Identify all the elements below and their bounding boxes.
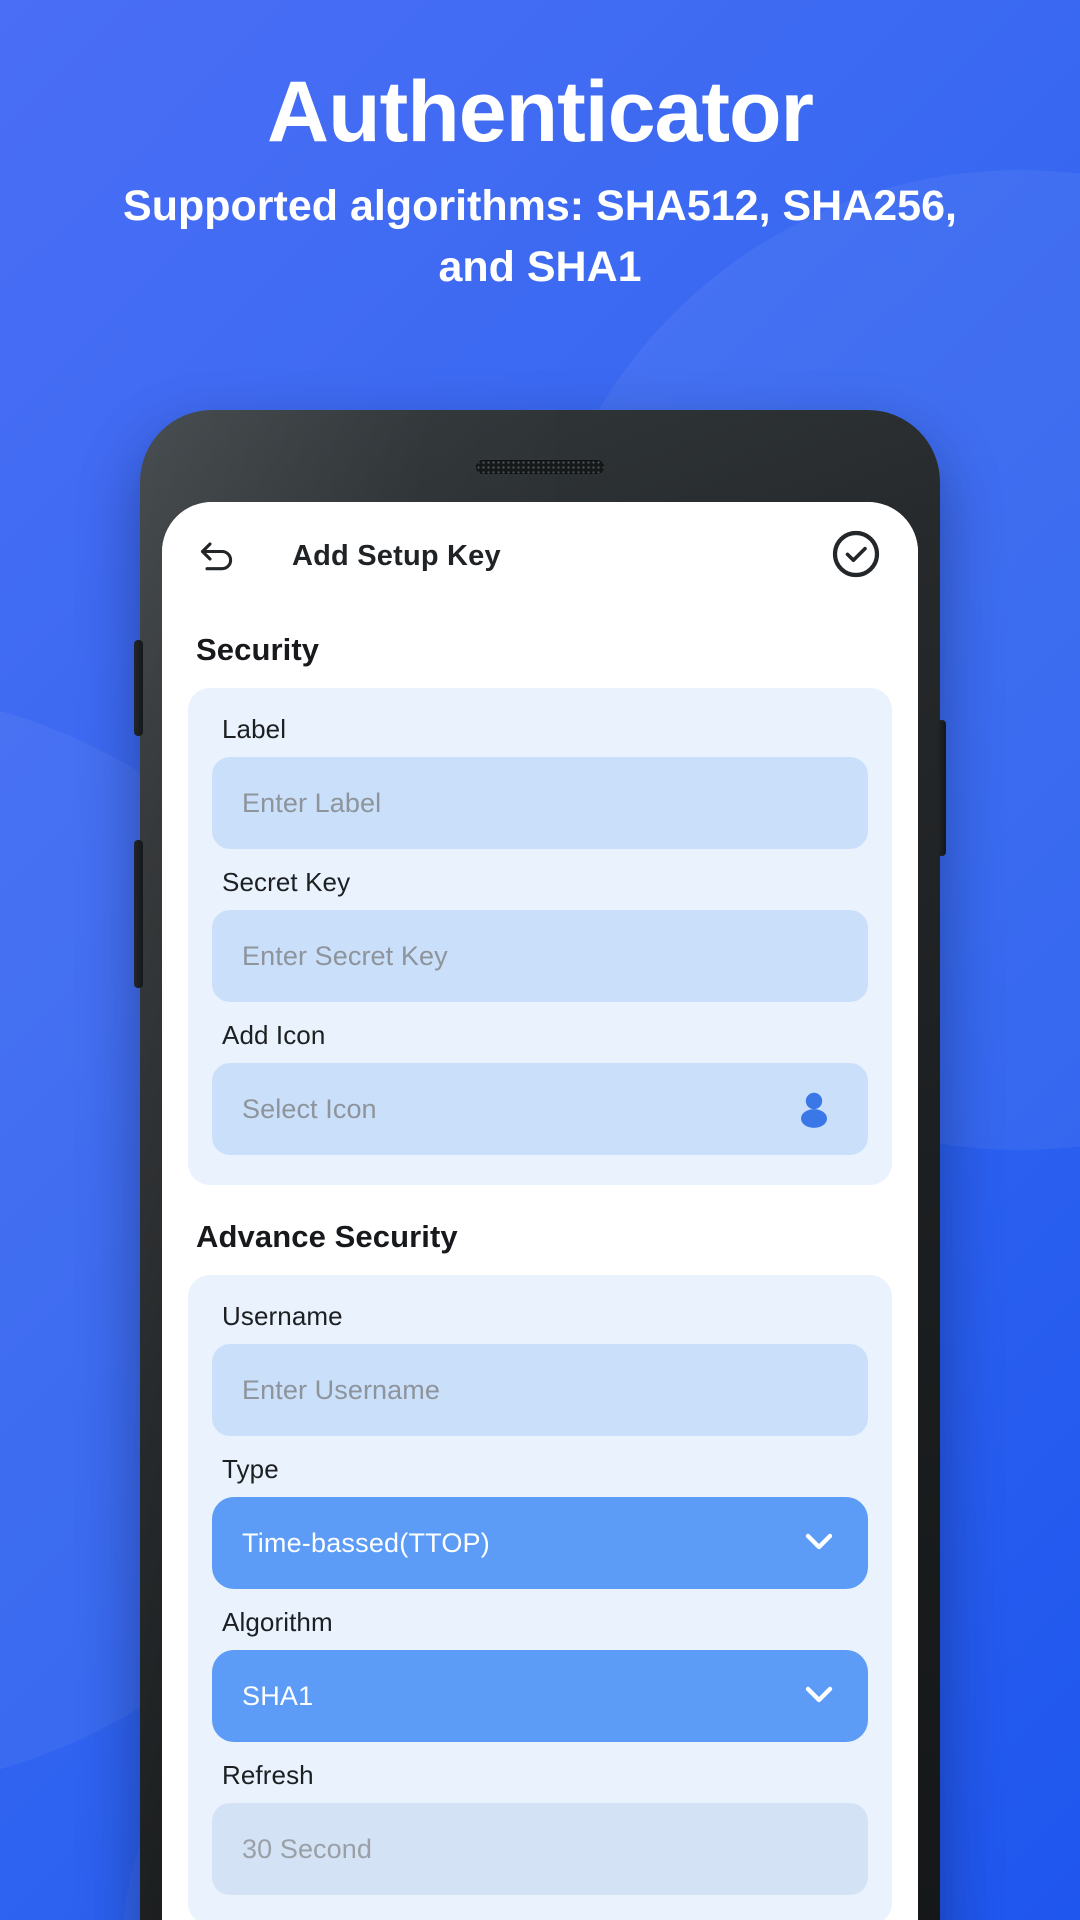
earpiece-speaker — [476, 460, 604, 474]
promo-header: Authenticator Supported algorithms: SHA5… — [0, 60, 1080, 298]
person-icon[interactable] — [792, 1087, 836, 1131]
promo-title: Authenticator — [267, 64, 814, 160]
field-refresh: Refresh 30 Second — [212, 1760, 868, 1895]
refresh-input-placeholder: 30 Second — [242, 1833, 373, 1864]
field-add-icon-caption: Add Icon — [222, 1020, 326, 1050]
volume-up-button[interactable] — [134, 640, 143, 736]
secret-key-input[interactable]: Enter Secret Key — [212, 910, 868, 1002]
chevron-down-icon — [800, 1675, 838, 1718]
username-input-placeholder: Enter Username — [242, 1374, 440, 1405]
field-algorithm: Algorithm SHA1 — [212, 1607, 868, 1742]
security-card: Label Enter Label Secret Key Enter Secre… — [188, 688, 892, 1185]
field-secret-key-caption: Secret Key — [222, 867, 351, 897]
secret-key-input-placeholder: Enter Secret Key — [242, 940, 448, 971]
app-bar-title: Add Setup Key — [292, 539, 501, 572]
form-content: Security Label Enter Label Secret Key En… — [162, 610, 918, 1920]
username-input[interactable]: Enter Username — [212, 1344, 868, 1436]
field-type-caption: Type — [222, 1454, 279, 1484]
field-add-icon: Add Icon Select Icon — [212, 1020, 868, 1155]
promo-subtitle-line1: Supported algorithms: SHA512, SHA256, — [123, 182, 957, 230]
volume-down-button[interactable] — [134, 840, 143, 988]
power-button[interactable] — [937, 720, 946, 856]
field-username: Username Enter Username — [212, 1301, 868, 1436]
type-select[interactable]: Time-bassed(TTOP) — [212, 1497, 868, 1589]
section-heading-security: Security — [196, 632, 320, 667]
promo-screenshot: Authenticator Supported algorithms: SHA5… — [0, 0, 1080, 1920]
promo-subtitle-line2: and SHA1 — [438, 243, 642, 291]
field-type: Type Time-bassed(TTOP) — [212, 1454, 868, 1589]
field-secret-key: Secret Key Enter Secret Key — [212, 867, 868, 1002]
select-icon-input[interactable]: Select Icon — [212, 1063, 868, 1155]
check-circle-icon — [831, 529, 881, 584]
algorithm-select[interactable]: SHA1 — [212, 1650, 868, 1742]
confirm-save-button[interactable] — [828, 528, 884, 584]
phone-mockup: Add Setup Key Security Label Enter Label… — [134, 410, 946, 1920]
back-button[interactable] — [186, 525, 248, 587]
field-algorithm-caption: Algorithm — [222, 1607, 333, 1637]
section-heading-advance-security: Advance Security — [196, 1219, 458, 1254]
field-label: Label Enter Label — [212, 714, 868, 849]
advance-security-card: Username Enter Username Type Time-bassed… — [188, 1275, 892, 1920]
field-username-caption: Username — [222, 1301, 343, 1331]
label-input[interactable]: Enter Label — [212, 757, 868, 849]
chevron-down-icon — [800, 1522, 838, 1565]
algorithm-select-value: SHA1 — [242, 1680, 314, 1711]
select-icon-input-placeholder: Select Icon — [242, 1093, 377, 1124]
refresh-input[interactable]: 30 Second — [212, 1803, 868, 1895]
type-select-value: Time-bassed(TTOP) — [242, 1527, 490, 1558]
phone-screen: Add Setup Key Security Label Enter Label… — [162, 502, 918, 1920]
field-label-caption: Label — [222, 714, 287, 744]
label-input-placeholder: Enter Label — [242, 787, 382, 818]
undo-back-arrow-icon — [195, 532, 239, 581]
app-bar: Add Setup Key — [162, 502, 918, 610]
field-refresh-caption: Refresh — [222, 1760, 314, 1790]
promo-subtitle: Supported algorithms: SHA512, SHA256, an… — [0, 176, 1080, 298]
